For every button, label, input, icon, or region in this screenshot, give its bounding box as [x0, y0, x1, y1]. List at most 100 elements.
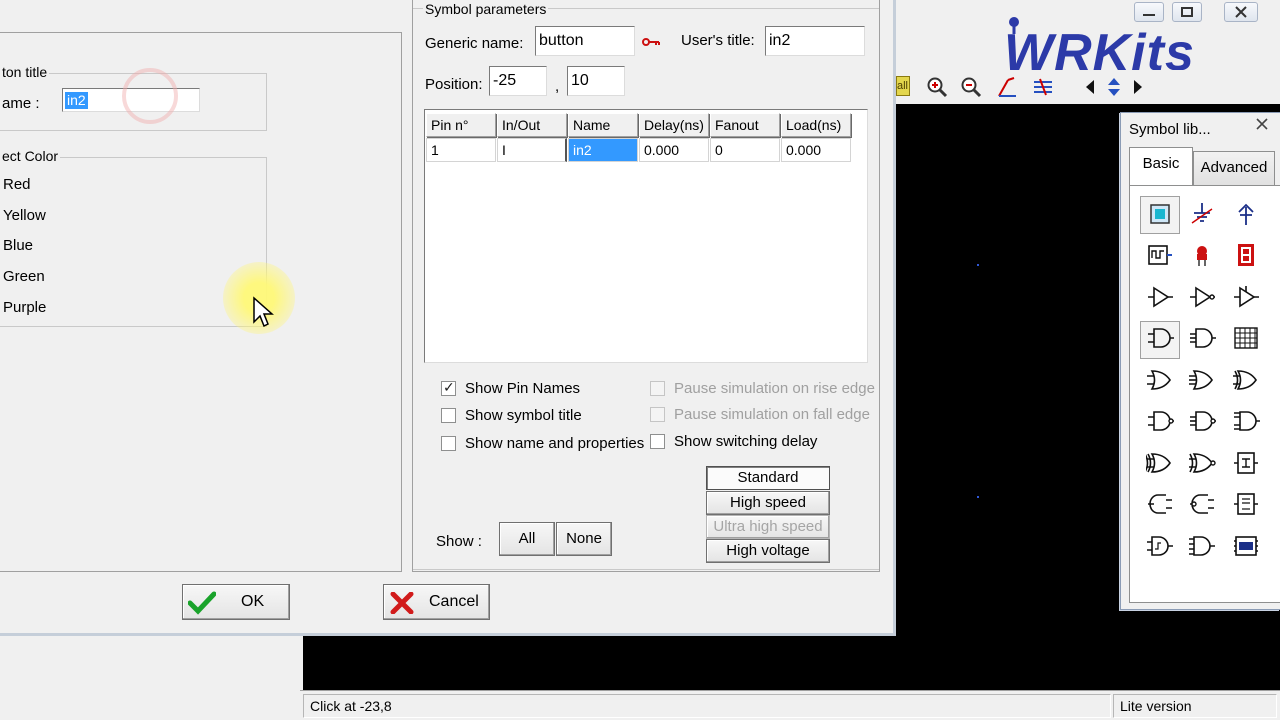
show-switching-delay-label: Show switching delay — [674, 433, 818, 450]
buffer-symbol-button[interactable] — [1140, 279, 1180, 317]
grid-dot — [977, 496, 979, 498]
color-option-yellow[interactable]: Yellow — [3, 207, 46, 224]
close-icon — [1256, 118, 1268, 130]
position-x-input[interactable]: -25 — [489, 66, 547, 96]
grid-dot — [977, 264, 979, 266]
input-square-symbol-button[interactable] — [1140, 196, 1180, 234]
table-cell-name[interactable]: in2 — [568, 138, 638, 162]
show-symbol-title-label: Show symbol title — [465, 407, 582, 424]
delay-header[interactable]: Delay(ns) — [639, 113, 709, 137]
tristate-symbol-button[interactable] — [1226, 279, 1266, 317]
schmitt-2-symbol-button[interactable] — [1182, 528, 1222, 566]
symbol-library-close-button[interactable] — [1249, 113, 1275, 135]
ground-symbol-button[interactable] — [1182, 196, 1222, 234]
button-name-value: in2 — [65, 92, 88, 109]
high-voltage-button[interactable]: High voltage — [706, 539, 830, 563]
navigate-arrows-icon[interactable] — [1084, 74, 1144, 100]
users-title-label: User's title: — [681, 32, 755, 49]
buffer-icon — [1146, 284, 1174, 313]
ok-label: OK — [241, 593, 265, 610]
nand-gate-3-symbol-button[interactable] — [1226, 404, 1266, 442]
show-none-button[interactable]: None — [556, 522, 612, 556]
matrix-icon — [1232, 325, 1260, 354]
name-header[interactable]: Name — [568, 113, 638, 137]
nor-gate-icon — [1146, 491, 1174, 520]
tab-basic[interactable]: Basic — [1129, 147, 1193, 186]
generic-name-input[interactable]: button — [535, 26, 635, 56]
rom-symbol-button[interactable] — [1226, 528, 1266, 566]
symbol-library-grid — [1129, 185, 1280, 603]
led-icon — [1188, 242, 1216, 271]
nand-gate-2-symbol-button[interactable] — [1182, 404, 1222, 442]
flipflop-symbol-button[interactable] — [1226, 445, 1266, 483]
bus-tool-icon[interactable] — [1030, 74, 1056, 100]
show-all-button[interactable]: All — [499, 522, 555, 556]
table-cell-pin[interactable]: 1 — [426, 138, 496, 162]
nand-gate-symbol-button[interactable] — [1140, 404, 1180, 442]
and-gate-symbol-button[interactable] — [1140, 320, 1180, 359]
pin-table: Pin n° In/Out Name Delay(ns) Fanout Load… — [424, 109, 868, 363]
schmitt-icon — [1146, 533, 1174, 562]
cancel-button[interactable]: Cancel — [383, 584, 490, 620]
zoom-in-icon[interactable] — [924, 74, 950, 100]
and-gate-2-symbol-button[interactable] — [1182, 321, 1222, 359]
show-pin-names-checkbox[interactable]: ✓ — [441, 379, 456, 396]
color-option-red[interactable]: Red — [3, 176, 31, 193]
all-tool-button[interactable]: all — [896, 76, 910, 96]
tab-advanced[interactable]: Advanced — [1193, 151, 1275, 185]
status-coords: Click at -23,8 — [303, 694, 1111, 718]
status-version: Lite version — [1113, 694, 1277, 718]
xnor-gate-symbol-button[interactable] — [1182, 445, 1222, 483]
generic-name-pick-button[interactable] — [637, 28, 665, 56]
seven-seg-icon — [1232, 242, 1260, 271]
zoom-out-icon[interactable] — [958, 74, 984, 100]
schematic-canvas-lower[interactable] — [303, 636, 1280, 690]
and-gate-icon — [1146, 325, 1174, 354]
color-option-purple[interactable]: Purple — [3, 299, 46, 316]
show-name-properties-checkbox[interactable] — [441, 436, 456, 451]
mouse-pointer-icon — [253, 296, 274, 328]
button-properties-panel: ton title ame : ect Color Red Yellow Blu… — [0, 32, 402, 572]
pause-fall-edge-checkbox[interactable] — [650, 407, 665, 422]
nor-gate-2-symbol-button[interactable] — [1182, 487, 1222, 525]
status-bar: Click at -23,8 Lite version — [300, 690, 1280, 720]
register-symbol-button[interactable] — [1226, 487, 1266, 525]
schmitt-symbol-button[interactable] — [1140, 528, 1180, 566]
clock-symbol-button[interactable] — [1140, 238, 1180, 276]
table-cell-fanout[interactable]: 0 — [710, 138, 780, 162]
seven-seg-symbol-button[interactable] — [1226, 238, 1266, 276]
xor-gate-symbol-button[interactable] — [1140, 445, 1180, 483]
rom-icon — [1232, 533, 1260, 562]
led-symbol-button[interactable] — [1182, 238, 1222, 276]
table-cell-load[interactable]: 0.000 — [781, 138, 851, 162]
fanout-header[interactable]: Fanout — [710, 113, 780, 137]
table-cell-delay[interactable]: 0.000 — [639, 138, 709, 162]
or-gate-3-icon — [1232, 367, 1260, 396]
nor-gate-symbol-button[interactable] — [1140, 487, 1180, 525]
flipflop-icon — [1232, 450, 1260, 479]
or-gate-3-symbol-button[interactable] — [1226, 362, 1266, 400]
standard-speed-button[interactable]: Standard — [706, 466, 830, 490]
wire-tool-icon[interactable] — [994, 74, 1020, 100]
pause-rise-edge-checkbox[interactable] — [650, 381, 665, 396]
users-title-input[interactable]: in2 — [765, 26, 865, 56]
table-cell-in-out[interactable]: I — [497, 138, 567, 162]
in-out-header[interactable]: In/Out — [497, 113, 567, 137]
select-color-legend: ect Color — [0, 148, 61, 164]
color-option-blue[interactable]: Blue — [3, 237, 33, 254]
position-y-input[interactable]: 10 — [567, 66, 625, 96]
show-symbol-title-checkbox[interactable] — [441, 408, 456, 423]
or-gate-2-symbol-button[interactable] — [1182, 362, 1222, 400]
or-gate-symbol-button[interactable] — [1140, 362, 1180, 400]
pin-number-header[interactable]: Pin n° — [426, 113, 496, 137]
ok-button[interactable]: OK — [182, 584, 290, 620]
matrix-symbol-button[interactable] — [1226, 321, 1266, 359]
color-option-green[interactable]: Green — [3, 268, 45, 285]
vcc-symbol-button[interactable] — [1226, 196, 1266, 234]
inverter-symbol-button[interactable] — [1182, 279, 1222, 317]
show-switching-delay-checkbox[interactable] — [650, 434, 665, 449]
ultra-high-speed-button[interactable]: Ultra high speed — [706, 515, 830, 539]
load-header[interactable]: Load(ns) — [781, 113, 851, 137]
high-speed-button[interactable]: High speed — [706, 491, 830, 515]
register-icon — [1232, 491, 1260, 520]
